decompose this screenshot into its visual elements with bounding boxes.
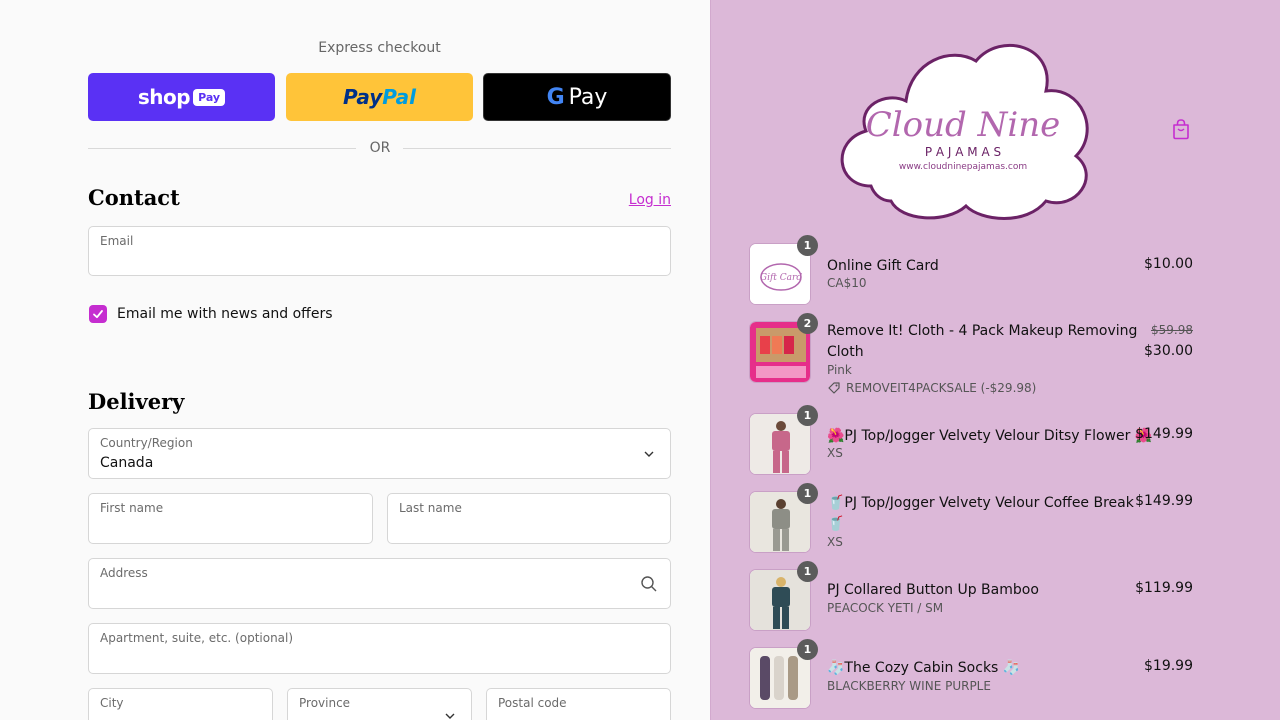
tag-icon — [828, 382, 840, 394]
shop-pay-button[interactable]: shop Pay — [88, 73, 275, 121]
quantity-badge: 1 — [797, 639, 818, 660]
or-divider-text: OR — [369, 140, 391, 156]
original-price: $59.98 — [1151, 323, 1193, 337]
postal-code-label: Postal code — [498, 696, 567, 710]
country-label: Country/Region — [100, 436, 193, 450]
google-g-icon: G — [546, 84, 565, 110]
item-price: $30.00 — [1144, 343, 1193, 359]
paypal-logo: PayPal — [343, 85, 416, 109]
discount-tag: REMOVEIT4PACKSALE (-$29.98) — [827, 381, 1036, 395]
email-label: Email — [100, 234, 134, 248]
apartment-field[interactable]: Apartment, suite, etc. (optional) — [88, 623, 671, 674]
item-variant: BLACKBERRY WINE PURPLE — [827, 679, 991, 693]
postal-code-field[interactable]: Postal code — [486, 688, 671, 720]
item-variant: PEACOCK YETI / SM — [827, 601, 944, 615]
item-variant: XS — [827, 446, 843, 460]
item-variant: Pink — [827, 363, 852, 377]
last-name-label: Last name — [399, 501, 462, 515]
item-variant: CA$10 — [827, 276, 867, 290]
paypal-button[interactable]: PayPal — [286, 73, 473, 121]
item-name: Online Gift Card — [827, 258, 939, 274]
item-name: Remove It! Cloth - 4 Pack Makeup Removin… — [827, 321, 1137, 363]
item-name: 🧦The Cozy Cabin Socks 🧦 — [827, 660, 1021, 676]
checkmark-icon — [93, 310, 103, 319]
first-name-field[interactable]: First name — [88, 493, 373, 544]
discount-code: REMOVEIT4PACKSALE (-$29.98) — [846, 381, 1037, 395]
item-price: $10.00 — [1144, 256, 1193, 272]
address-field[interactable]: Address — [88, 558, 671, 609]
city-field[interactable]: City — [88, 688, 273, 720]
checkout-form-column: Express checkout shop Pay PayPal G Pay O… — [0, 0, 710, 720]
contact-heading: Contact — [88, 185, 180, 210]
chevron-down-icon — [445, 713, 455, 719]
chevron-down-icon — [644, 451, 654, 457]
divider-left — [88, 148, 356, 149]
log-in-link[interactable]: Log in — [629, 192, 671, 208]
item-price: $19.99 — [1144, 658, 1193, 674]
item-name: 🥤PJ Top/Jogger Velvety Velour Coffee Bre… — [827, 493, 1134, 535]
quantity-badge: 1 — [797, 405, 818, 426]
paypal-logo-part1: Pay — [342, 85, 383, 109]
newsletter-label: Email me with news and offers — [117, 306, 333, 322]
shop-pay-badge: Pay — [193, 88, 226, 106]
item-name: PJ Collared Button Up Bamboo — [827, 582, 1039, 598]
address-label: Address — [100, 566, 148, 580]
newsletter-checkbox[interactable] — [89, 305, 107, 323]
apartment-label: Apartment, suite, etc. (optional) — [100, 631, 294, 645]
item-price: $149.99 — [1135, 426, 1193, 442]
shop-pay-logo-word: shop — [137, 85, 191, 109]
divider-right — [403, 148, 671, 149]
google-pay-button[interactable]: G Pay — [483, 73, 671, 121]
email-field[interactable]: Email — [88, 226, 671, 276]
first-name-label: First name — [100, 501, 164, 515]
order-summary-column: Cloud Nine P A J A M A S www.cloudninepa… — [710, 0, 1280, 720]
item-price: $119.99 — [1135, 580, 1193, 596]
item-variant: XS — [827, 535, 843, 549]
cloud-nine-logo[interactable]: Cloud Nine P A J A M A S www.cloudninepa… — [831, 36, 1095, 222]
svg-text:Cloud Nine: Cloud Nine — [866, 105, 1060, 145]
shopping-bag-icon[interactable] — [1171, 118, 1191, 140]
item-name-line2: Cloth — [827, 344, 864, 360]
svg-text:P A J A M A S: P A J A M A S — [925, 145, 1001, 159]
item-price: $149.99 — [1135, 493, 1193, 509]
country-value: Canada — [100, 455, 154, 471]
city-label: City — [100, 696, 124, 710]
quantity-badge: 2 — [797, 313, 818, 334]
country-select[interactable]: Country/Region Canada — [88, 428, 671, 479]
item-name: 🌺PJ Top/Jogger Velvety Velour Ditsy Flow… — [827, 428, 1153, 444]
province-label: Province — [299, 696, 351, 710]
item-name-line2: 🥤 — [827, 516, 845, 532]
province-select[interactable]: Province — [287, 688, 472, 720]
svg-text:www.cloudninepajamas.com: www.cloudninepajamas.com — [899, 162, 1027, 172]
quantity-badge: 1 — [797, 561, 818, 582]
item-name-line1: 🥤PJ Top/Jogger Velvety Velour Coffee Bre… — [827, 495, 1134, 511]
delivery-heading: Delivery — [88, 389, 185, 414]
last-name-field[interactable]: Last name — [387, 493, 671, 544]
express-checkout-label: Express checkout — [318, 40, 441, 56]
quantity-badge: 1 — [797, 483, 818, 504]
paypal-logo-part2: Pal — [382, 85, 417, 109]
quantity-badge: 1 — [797, 235, 818, 256]
search-icon[interactable] — [640, 575, 658, 593]
google-pay-label: Pay — [568, 84, 608, 110]
item-name-line1: Remove It! Cloth - 4 Pack Makeup Removin… — [827, 323, 1138, 339]
svg-text:Gift Card: Gift Card — [760, 273, 802, 283]
